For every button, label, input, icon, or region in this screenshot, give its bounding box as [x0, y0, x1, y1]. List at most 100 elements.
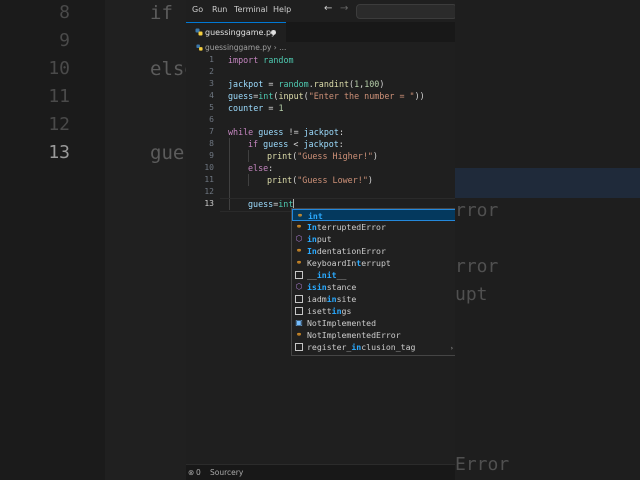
bg-code-text: if [150, 2, 173, 24]
class-icon: ⚭ [295, 246, 303, 255]
bg-line-number: 10 [48, 58, 70, 79]
code-line: 6 [186, 114, 455, 126]
bg-line-number: 11 [48, 86, 70, 107]
suggestion-item[interactable]: ⬡ isinstance [292, 281, 455, 293]
line-number: 13 [204, 199, 214, 208]
class-icon: ⚭ [295, 258, 303, 267]
vscode-window: Go Run Terminal Help ← → guessinggame.py… [186, 0, 455, 480]
tab-label: guessinggame.py [205, 28, 276, 37]
error-count[interactable]: 0 [196, 468, 201, 477]
python-file-icon [196, 44, 203, 51]
code-text: print("Guess Lower!") [267, 175, 373, 185]
suggestion-item[interactable]: isettings [292, 305, 455, 317]
code-line: 1 import random [186, 54, 455, 66]
code-line: 10 else: [186, 162, 455, 174]
suggestion-item[interactable]: ▣ NotImplemented [292, 317, 455, 329]
tab-bar: guessinggame.py [186, 22, 455, 43]
status-bar: ⊗ 0 Sourcery [186, 464, 455, 480]
line-number: 3 [209, 79, 214, 88]
function-cube-icon: ⬡ [295, 234, 303, 243]
suggestion-item[interactable]: __init__ [292, 269, 455, 281]
code-line: 12 [186, 186, 455, 198]
code-text: else: [248, 163, 274, 173]
suggestion-item[interactable]: register_inclusion_tag [292, 341, 455, 353]
menu-run[interactable]: Run [212, 5, 227, 14]
suggestion-label: register_inclusion_tag [307, 342, 416, 352]
error-icon[interactable]: ⊗ [188, 468, 194, 477]
class-icon: ⚭ [296, 211, 304, 220]
field-icon [295, 295, 303, 303]
line-number: 1 [209, 55, 214, 64]
background-right-panel: rror rror upt Error [455, 0, 640, 480]
field-icon [295, 307, 303, 315]
line-number: 2 [209, 67, 214, 76]
line-number: 11 [204, 175, 214, 184]
bg-suggest-text: Error [455, 454, 510, 475]
menu-help[interactable]: Help [273, 5, 291, 14]
class-icon: ⚭ [295, 222, 303, 231]
back-arrow-icon[interactable]: ← [324, 3, 332, 14]
line-number: 7 [209, 127, 214, 136]
code-text: guess=int(input("Enter the number = ")) [228, 91, 425, 101]
autocomplete-suggest-widget[interactable]: ⚭ int ⚭ InterruptedError ⬡ input ⚭ Inden… [291, 208, 455, 356]
line-number: 12 [204, 187, 214, 196]
sourcery-status[interactable]: Sourcery [210, 468, 243, 477]
suggestion-label: isettings [307, 306, 352, 316]
suggestion-label: input [307, 234, 332, 244]
code-text: counter = 1 [228, 103, 284, 113]
function-cube-icon: ⬡ [295, 282, 303, 291]
bg-suggest-text: upt [455, 284, 488, 305]
suggestion-item[interactable]: ⚭ KeyboardInterrupt [292, 257, 455, 269]
menu-go[interactable]: Go [192, 5, 203, 14]
suggestion-label: isinstance [307, 282, 357, 292]
forward-arrow-icon[interactable]: → [340, 3, 348, 14]
suggestion-item[interactable]: ⚭ NotImplementedError [292, 329, 455, 341]
code-text: import random [228, 55, 294, 65]
suggestion-item[interactable]: ⬡ input [292, 233, 455, 245]
code-line: 8 if guess < jackpot: [186, 138, 455, 150]
suggestion-label: iadminsite [307, 294, 357, 304]
suggestion-label: NotImplementedError [307, 330, 401, 340]
unsaved-dot-icon[interactable] [271, 30, 276, 35]
field-icon [295, 343, 303, 351]
background-left-panel: 8 9 10 11 12 13 if else gues [0, 0, 196, 480]
suggestion-label: IndentationError [307, 246, 386, 256]
line-number: 9 [209, 151, 214, 160]
code-line: 3 jackpot = random.randint(1,100) [186, 78, 455, 90]
menu-terminal[interactable]: Terminal [234, 5, 268, 14]
code-line: 9 print("Guess Higher!") [186, 150, 455, 162]
suggestion-item[interactable]: ⚭ IndentationError [292, 245, 455, 257]
code-line: 7 while guess != jackpot: [186, 126, 455, 138]
code-text: guess=int [248, 199, 295, 209]
python-file-icon [195, 28, 203, 36]
suggestion-item[interactable]: iadminsite [292, 293, 455, 305]
breadcrumb-file[interactable]: guessinggame.py [205, 43, 271, 52]
command-center-search[interactable] [356, 4, 455, 19]
line-number: 6 [209, 115, 214, 124]
bg-line-number: 9 [59, 30, 70, 51]
bg-line-number: 13 [48, 142, 70, 163]
code-line: 11 print("Guess Lower!") [186, 174, 455, 186]
breadcrumb-separator[interactable]: › ... [274, 43, 287, 52]
code-text: print("Guess Higher!") [267, 151, 378, 161]
code-line: 5 counter = 1 [186, 102, 455, 114]
bg-line-number: 12 [48, 114, 70, 135]
bg-suggest-text: rror [455, 256, 499, 277]
tab-guessinggame[interactable]: guessinggame.py [186, 22, 286, 43]
suggestion-item[interactable]: ⚭ InterruptedError [292, 221, 455, 233]
code-line: 4 guess=int(input("Enter the number = ")… [186, 90, 455, 102]
code-text: jackpot = random.randint(1,100) [228, 79, 385, 89]
line-number: 8 [209, 139, 214, 148]
line-number: 10 [204, 163, 214, 172]
line-number: 5 [209, 103, 214, 112]
chevron-right-icon[interactable]: › [450, 345, 455, 352]
bg-line-number: 8 [59, 2, 70, 23]
suggestion-item[interactable]: ⚭ int [292, 209, 455, 221]
suggestion-label: __init__ [307, 270, 347, 280]
code-text: while guess != jackpot: [228, 127, 344, 137]
code-line: 2 [186, 66, 455, 78]
suggestion-label: KeyboardInterrupt [307, 258, 391, 268]
suggestion-label: InterruptedError [307, 222, 386, 232]
class-icon: ⚭ [295, 330, 303, 339]
enum-icon: ▣ [295, 318, 303, 327]
